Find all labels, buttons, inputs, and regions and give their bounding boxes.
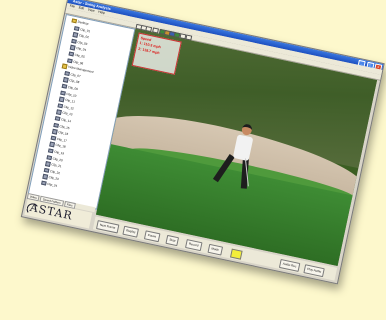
tree-item[interactable]: Clip_12	[57, 103, 75, 111]
tree-item[interactable]: Clip_11	[58, 96, 76, 104]
tree-item[interactable]: Clip_09	[61, 83, 79, 92]
audio-rec-button[interactable]: Audio Rec	[278, 258, 301, 272]
tree-item-label: Clip_24	[46, 181, 58, 188]
tree-item[interactable]: Clip_16	[51, 128, 69, 137]
tree-item-label: Clip_11	[64, 97, 76, 104]
tree-item-label: Clip_09	[67, 85, 79, 92]
tree-item[interactable]: Clip_19	[47, 148, 65, 156]
tree-item[interactable]: Clip_07	[64, 70, 82, 79]
tree-item-label: Clip_02	[78, 33, 90, 40]
next-frame-button[interactable]: Next Frame	[95, 220, 120, 234]
tree-item-label: Clip_18	[55, 143, 66, 150]
tree-item-label: Clip_14	[60, 117, 72, 124]
tree-item[interactable]: Clip_06	[67, 57, 84, 66]
tree-item[interactable]: Clip_02	[72, 32, 90, 40]
tree-item-label: Clip_23	[48, 175, 60, 182]
pause-button[interactable]: Pause	[143, 230, 160, 243]
tree-item[interactable]: Clip_14	[54, 116, 72, 124]
tree-item[interactable]: Clip_13	[56, 109, 73, 117]
tree-item-label: Clip_04	[75, 46, 87, 53]
tree-item[interactable]: Clip_01	[73, 25, 91, 33]
app-screenshot: Astar - Swing Analysis _ □ × File Edit V…	[20, 0, 385, 285]
status-indicator	[229, 248, 243, 260]
tree-item-label: Clip_05	[74, 52, 86, 59]
tree-item-label: Clip_13	[61, 110, 73, 117]
tree-item-label: Clip_21	[51, 162, 62, 169]
tree-item[interactable]: Clip_15	[53, 122, 71, 130]
tree-item-label: Clip_20	[52, 156, 64, 163]
tree-item-label: Clip_15	[59, 123, 71, 130]
tree-item[interactable]: Clip_22	[43, 167, 61, 175]
tree-item[interactable]: Clip_18	[49, 141, 66, 150]
play-audio-button[interactable]: Play Audio	[303, 264, 325, 278]
tree-item[interactable]: Clip_04	[69, 45, 87, 53]
tree-item-label: Clip_07	[70, 72, 82, 79]
tree-item-label: Clip_16	[57, 130, 69, 137]
tree-item-label: Clip_03	[77, 39, 88, 46]
tree-folder[interactable]: Desktop	[71, 18, 89, 26]
mode-button[interactable]: Mode	[207, 243, 223, 256]
tree-item[interactable]: Clip_20	[46, 154, 64, 163]
tree-item-label: Desktop	[77, 19, 89, 26]
record-button[interactable]: Record	[184, 239, 203, 252]
replay-button[interactable]: Replay	[122, 225, 140, 238]
tree-item[interactable]: Clip_03	[71, 38, 88, 46]
tree-item-label: Clip_10	[66, 91, 77, 98]
tree-item-label: Clip_08	[68, 78, 80, 85]
tree-item[interactable]: Clip_05	[68, 51, 86, 59]
tree-item[interactable]: Clip_23	[42, 174, 59, 181]
tree-item-label: Clip_19	[53, 149, 65, 156]
tree-item-label: Clip_01	[79, 26, 91, 33]
tree-item-label: Clip_06	[72, 59, 84, 66]
tree-item[interactable]: Clip_08	[62, 77, 80, 85]
stop-button[interactable]: Stop	[165, 234, 180, 247]
tree-item[interactable]: Clip_17	[50, 135, 68, 143]
tree-item[interactable]: Clip_10	[60, 90, 77, 98]
tree-item[interactable]: Clip_24	[40, 180, 58, 188]
tree-item[interactable]: Clip_21	[45, 161, 62, 169]
tree-item-label: Clip_22	[49, 168, 61, 175]
tree-item-label: Clip_12	[63, 104, 75, 111]
tree-item-label: Clip_17	[56, 136, 68, 143]
